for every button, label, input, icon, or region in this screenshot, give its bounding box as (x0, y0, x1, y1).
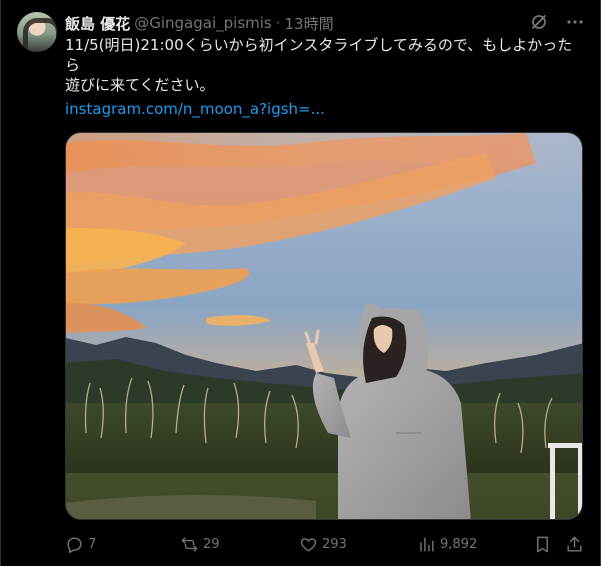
retweet-icon (181, 536, 198, 552)
bookmark-button[interactable] (533, 535, 556, 554)
tweet-header: 飯島 優花 @Gingagai_pismis · 13時間 (65, 13, 334, 33)
avatar[interactable] (17, 12, 57, 52)
reply-button[interactable]: 7 (65, 535, 96, 554)
tweet-photo[interactable] (65, 132, 583, 520)
views-button[interactable]: 9,892 (417, 535, 477, 554)
tweet-container: 飯島 優花 @Gingagai_pismis · 13時間 11/5(明日)21… (0, 0, 601, 566)
views-icon (420, 536, 434, 552)
share-icon (567, 536, 582, 552)
reply-count: 7 (88, 536, 97, 552)
tweet-text: 11/5(明日)21:00くらいから初インスタライブしてみるので、もしよかったら… (65, 36, 573, 94)
retweet-count: 29 (203, 536, 220, 552)
retweet-button[interactable]: 29 (180, 535, 220, 554)
user-handle[interactable]: @Gingagai_pismis (134, 14, 272, 32)
display-name[interactable]: 飯島 優花 (65, 13, 130, 34)
grok-icon[interactable] (530, 13, 548, 35)
views-count: 9,892 (440, 536, 478, 552)
photo-scene (66, 133, 582, 519)
tweet-actions: 7 29 293 9,892 (65, 532, 585, 556)
separator-dot: · (275, 14, 281, 32)
bookmark-icon (537, 536, 548, 552)
share-button[interactable] (565, 535, 588, 554)
like-button[interactable]: 293 (299, 535, 347, 554)
reply-icon (67, 536, 82, 553)
more-icon[interactable] (566, 13, 584, 35)
heart-icon (300, 537, 317, 552)
like-count: 293 (322, 536, 347, 552)
tweet-link[interactable]: instagram.com/n_moon_a?igsh=... (65, 99, 325, 119)
timestamp[interactable]: 13時間 (285, 13, 334, 34)
top-actions (530, 13, 584, 35)
